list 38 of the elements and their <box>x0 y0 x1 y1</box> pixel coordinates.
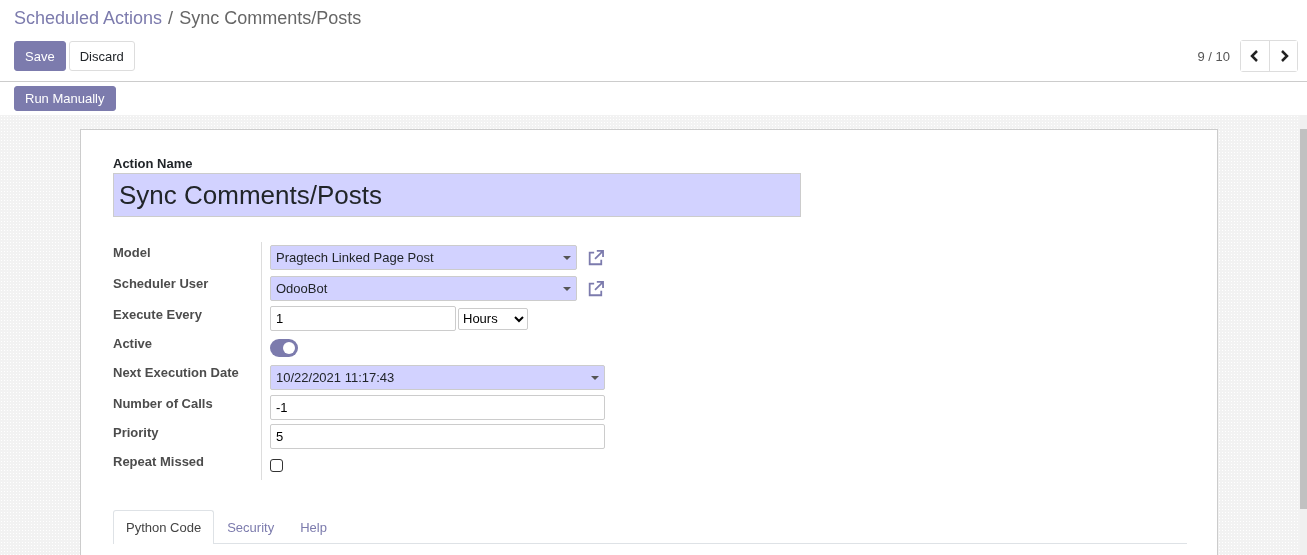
tab[interactable]: Help <box>287 510 340 544</box>
save-button[interactable]: Save <box>14 41 66 71</box>
caret-icon <box>563 286 572 291</box>
field-label: Next Execution Date <box>113 365 239 380</box>
dropdown-field[interactable]: Pragtech Linked Page Post <box>270 245 578 270</box>
run-manually-button[interactable]: Run Manually <box>14 86 116 111</box>
caret-icon <box>591 375 599 380</box>
field-label: Model <box>113 245 151 260</box>
field-label: Execute Every <box>113 307 202 322</box>
input-field[interactable]: 5 <box>270 424 605 449</box>
scrollbar-thumb[interactable] <box>1300 129 1307 509</box>
input-field[interactable]: -1 <box>270 395 605 420</box>
chevron-right-icon <box>1278 50 1289 62</box>
breadcrumb-link[interactable]: Scheduled Actions <box>14 8 163 29</box>
unit-select[interactable]: Hours <box>458 307 528 330</box>
field-label: Active <box>113 336 153 351</box>
field-label: Repeat Missed <box>113 454 205 469</box>
toggle-switch[interactable] <box>270 338 298 357</box>
tab[interactable]: Python Code <box>113 510 215 544</box>
pager-counter: 9 / 10 <box>1197 48 1230 64</box>
date-field[interactable]: 10/22/2021 11:17:43 <box>270 365 605 390</box>
field-label: Action Name <box>113 156 194 171</box>
next-button[interactable] <box>1269 41 1297 71</box>
external-link-icon[interactable] <box>587 247 605 268</box>
caret-icon <box>563 255 572 260</box>
name-field[interactable]: Sync Comments/Posts <box>113 173 801 217</box>
dropdown-field[interactable]: OdooBot <box>270 276 578 301</box>
external-link-icon[interactable] <box>587 278 605 299</box>
breadcrumb-current: Sync Comments/Posts <box>179 8 362 29</box>
chevron-left-icon <box>1250 50 1260 62</box>
discard-button[interactable]: Discard <box>68 41 135 71</box>
field-label: Number of Calls <box>113 396 213 411</box>
input-field[interactable]: 1 <box>270 306 456 331</box>
breadcrumb-separator: / <box>168 8 174 29</box>
field-label: Scheduler User <box>113 276 209 291</box>
tab[interactable]: Security <box>214 510 288 544</box>
checkbox[interactable] <box>270 459 283 472</box>
field-label: Priority <box>113 425 159 440</box>
